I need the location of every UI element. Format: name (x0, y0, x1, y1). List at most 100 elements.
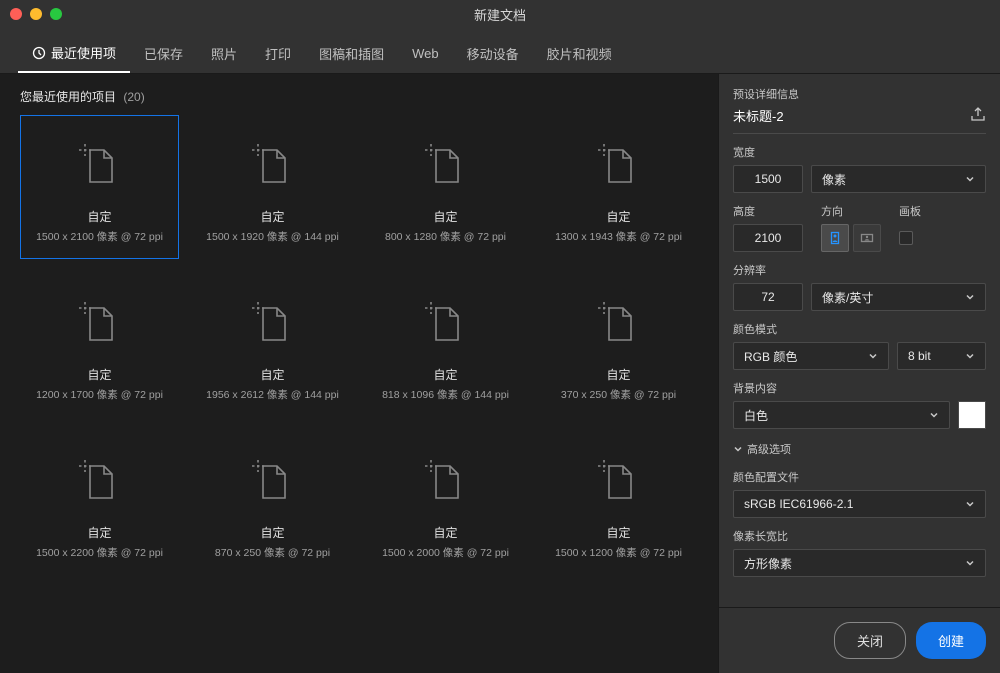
preset-item[interactable]: 自定 1500 x 1200 像素 @ 72 ppi (539, 431, 698, 575)
preset-item[interactable]: 自定 870 x 250 像素 @ 72 ppi (193, 431, 352, 575)
artboard-label: 画板 (899, 203, 921, 219)
width-label: 宽度 (733, 144, 986, 160)
tab-2[interactable]: 照片 (197, 34, 251, 73)
preset-name: 自定 (87, 208, 111, 225)
tab-label: Web (412, 46, 439, 61)
minimize-window-icon[interactable] (30, 8, 42, 20)
document-icon (238, 130, 308, 200)
portrait-orientation-button[interactable] (821, 224, 849, 252)
preset-name: 自定 (433, 208, 457, 225)
recent-count: (20) (123, 90, 144, 104)
document-icon (411, 446, 481, 516)
preset-dimensions: 1500 x 2100 像素 @ 72 ppi (36, 229, 163, 244)
artboard-checkbox[interactable] (899, 231, 913, 245)
preset-dimensions: 870 x 250 像素 @ 72 ppi (215, 545, 330, 560)
preset-name: 自定 (606, 208, 630, 225)
save-preset-icon[interactable] (970, 106, 986, 125)
document-icon (238, 446, 308, 516)
category-tabs: 最近使用项已保存照片打印图稿和插图 Web 移动设备 胶片和视频 (0, 28, 1000, 74)
document-icon (65, 288, 135, 358)
preset-item[interactable]: 自定1956 x 2612 像素 @ 144 ppi (193, 273, 352, 417)
preset-dimensions: 1500 x 2200 像素 @ 72 ppi (36, 545, 163, 560)
color-profile-select[interactable]: sRGB IEC61966-2.1 (733, 490, 986, 518)
presets-grid: 自定1500 x 2100 像素 @ 72 ppi自定1500 x 1920 像… (0, 115, 718, 595)
chevron-down-icon (965, 292, 975, 302)
preset-item[interactable]: 自定 1500 x 2100 像素 @ 72 ppi (20, 115, 179, 259)
document-icon (584, 288, 654, 358)
preset-dimensions: 370 x 250 像素 @ 72 ppi (561, 387, 676, 402)
advanced-options-toggle[interactable]: 高级选项 (733, 441, 986, 457)
tab-6[interactable]: 移动设备 (453, 34, 533, 73)
bit-depth-select[interactable]: 8 bit (897, 342, 986, 370)
document-icon (584, 130, 654, 200)
preset-dimensions: 1200 x 1700 像素 @ 72 ppi (36, 387, 163, 402)
chevron-down-icon (733, 444, 743, 454)
document-icon (65, 446, 135, 516)
tab-1[interactable]: 已保存 (130, 34, 197, 73)
resolution-label: 分辨率 (733, 262, 986, 278)
preset-item[interactable]: 自定 818 x 1096 像素 @ 144 ppi (366, 273, 525, 417)
preset-name: 自定 (87, 524, 111, 541)
preset-item[interactable]: 自定 1500 x 2200 像素 @ 72 ppi (20, 431, 179, 575)
tab-3[interactable]: 打印 (251, 34, 305, 73)
preset-dimensions: 800 x 1280 像素 @ 72 ppi (385, 229, 506, 244)
color-mode-label: 颜色模式 (733, 321, 986, 337)
titlebar: 新建文档 (0, 0, 1000, 28)
preset-item[interactable]: 自定1500 x 1920 像素 @ 144 ppi (193, 115, 352, 259)
chevron-down-icon (965, 558, 975, 568)
height-label: 高度 (733, 203, 803, 219)
preset-name: 自定 (606, 524, 630, 541)
tab-4[interactable]: 图稿和插图 (305, 34, 398, 73)
resolution-input[interactable]: 72 (733, 283, 803, 311)
tab-0[interactable]: 最近使用项 (18, 34, 130, 73)
preset-item[interactable]: 自定 1300 x 1943 像素 @ 72 ppi (539, 115, 698, 259)
preset-item[interactable]: 自定370 x 250 像素 @ 72 ppi (539, 273, 698, 417)
tab-5[interactable]: Web (398, 34, 453, 73)
clock-icon (32, 46, 46, 60)
preset-dimensions: 1500 x 1200 像素 @ 72 ppi (555, 545, 682, 560)
pixel-ratio-label: 像素长宽比 (733, 528, 986, 544)
maximize-window-icon[interactable] (50, 8, 62, 20)
tab-label: 移动设备 (467, 44, 519, 63)
tab-7[interactable]: 胶片和视频 (533, 34, 626, 73)
preset-dimensions: 818 x 1096 像素 @ 144 ppi (382, 387, 509, 402)
width-unit-select[interactable]: 像素 (811, 165, 986, 193)
preset-dimensions: 1300 x 1943 像素 @ 72 ppi (555, 229, 682, 244)
chevron-down-icon (965, 499, 975, 509)
document-icon (238, 288, 308, 358)
preset-dimensions: 1500 x 2000 像素 @ 72 ppi (382, 545, 509, 560)
document-icon (411, 130, 481, 200)
details-header: 预设详细信息 (733, 86, 986, 102)
document-icon (584, 446, 654, 516)
orientation-label: 方向 (821, 203, 881, 219)
recent-header-text: 您最近使用的项目 (20, 90, 116, 104)
height-input[interactable]: 2100 (733, 224, 803, 252)
landscape-orientation-button[interactable] (853, 224, 881, 252)
resolution-unit-select[interactable]: 像素/英寸 (811, 283, 986, 311)
create-button[interactable]: 创建 (916, 622, 986, 659)
width-input[interactable]: 1500 (733, 165, 803, 193)
chevron-down-icon (965, 351, 975, 361)
preset-name: 自定 (260, 524, 284, 541)
details-panel: 预设详细信息 宽度 1500 像素 (718, 74, 1000, 673)
close-button[interactable]: 关闭 (834, 622, 906, 659)
background-color-swatch[interactable] (958, 401, 986, 429)
preset-item[interactable]: 自定 800 x 1280 像素 @ 72 ppi (366, 115, 525, 259)
preset-name: 自定 (433, 366, 457, 383)
tab-label: 图稿和插图 (319, 44, 384, 63)
preset-dimensions: 1956 x 2612 像素 @ 144 ppi (206, 387, 339, 402)
tab-label: 胶片和视频 (547, 44, 612, 63)
close-window-icon[interactable] (10, 8, 22, 20)
preset-item[interactable]: 自定 1200 x 1700 像素 @ 72 ppi (20, 273, 179, 417)
pixel-ratio-select[interactable]: 方形像素 (733, 549, 986, 577)
color-mode-select[interactable]: RGB 颜色 (733, 342, 889, 370)
recent-header: 您最近使用的项目 (20) (0, 74, 718, 115)
window-controls (10, 8, 62, 20)
background-label: 背景内容 (733, 380, 986, 396)
tab-label: 最近使用项 (51, 43, 116, 62)
background-select[interactable]: 白色 (733, 401, 950, 429)
preset-dimensions: 1500 x 1920 像素 @ 144 ppi (206, 229, 339, 244)
preset-name: 自定 (87, 366, 111, 383)
document-name-input[interactable] (733, 108, 933, 123)
preset-item[interactable]: 自定1500 x 2000 像素 @ 72 ppi (366, 431, 525, 575)
